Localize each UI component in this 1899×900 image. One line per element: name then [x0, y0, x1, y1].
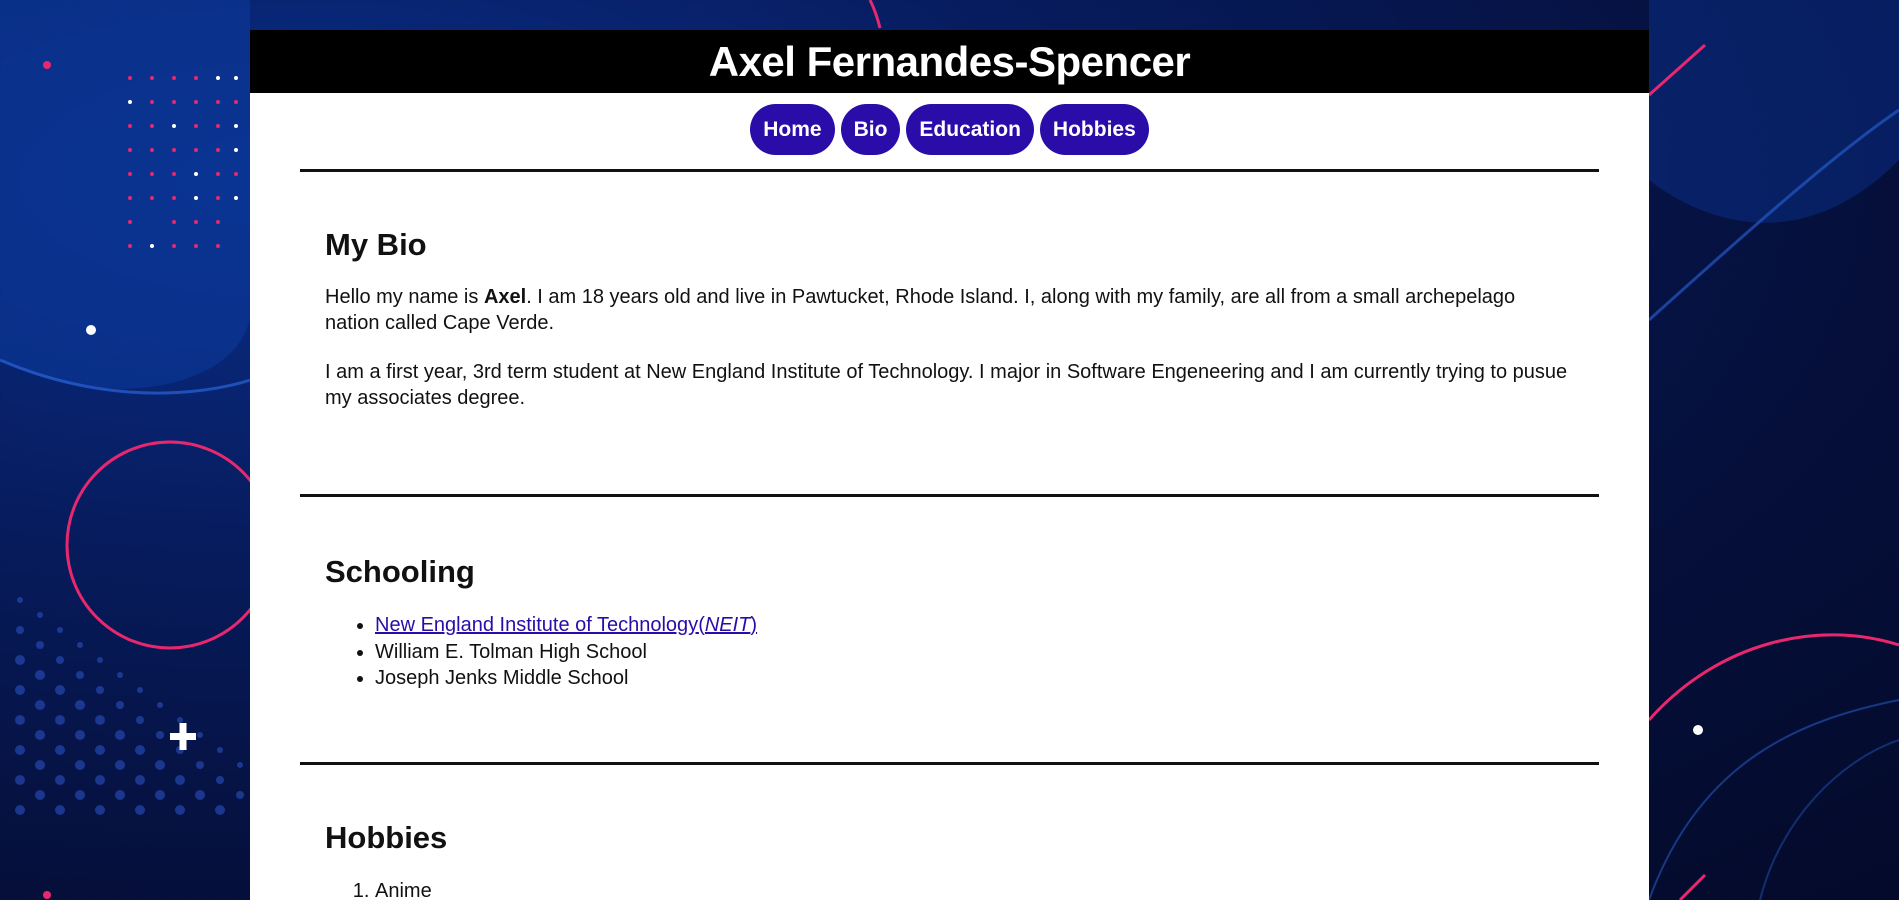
neit-link[interactable]: New England Institute of Technology(NEIT…	[375, 614, 757, 636]
schooling-list: New England Institute of Technology(NEIT…	[325, 612, 1574, 692]
page-container: Axel Fernandes-Spencer Home Bio Educatio…	[250, 30, 1649, 900]
schooling-section: Schooling New England Institute of Techn…	[250, 497, 1649, 692]
list-item: Joseph Jenks Middle School	[375, 665, 1574, 692]
list-item: William E. Tolman High School	[375, 639, 1574, 666]
hobbies-section: Hobbies Anime	[250, 765, 1649, 900]
site-header: Axel Fernandes-Spencer	[250, 30, 1649, 93]
schooling-heading: Schooling	[325, 554, 475, 589]
site-title: Axel Fernandes-Spencer	[708, 37, 1191, 85]
bio-paragraph-1: Hello my name is Axel. I am 18 years old…	[325, 284, 1574, 336]
neit-paren-close: )	[750, 614, 758, 636]
list-item: Anime	[375, 878, 1574, 900]
bio-text-intro: Hello my name is	[325, 286, 484, 308]
nav-home-button[interactable]: Home	[750, 104, 835, 155]
bio-heading: My Bio	[325, 227, 427, 262]
bio-section: My Bio Hello my name is Axel. I am 18 ye…	[250, 172, 1649, 411]
neit-paren-open: (	[698, 614, 705, 636]
hobbies-list: Anime	[325, 878, 1574, 900]
hobbies-heading: Hobbies	[325, 819, 448, 855]
neit-link-text: New England Institute of Technology	[375, 614, 699, 636]
nav-education-button[interactable]: Education	[906, 104, 1034, 155]
main-nav: Home Bio Education Hobbies	[250, 104, 1649, 155]
neit-abbr: NEIT	[704, 614, 751, 636]
list-item: New England Institute of Technology(NEIT…	[375, 612, 1574, 639]
nav-bio-button[interactable]: Bio	[840, 104, 901, 155]
bio-paragraph-2: I am a first year, 3rd term student at N…	[325, 361, 1568, 409]
nav-hobbies-button[interactable]: Hobbies	[1039, 104, 1149, 155]
bio-name: Axel	[483, 286, 527, 308]
